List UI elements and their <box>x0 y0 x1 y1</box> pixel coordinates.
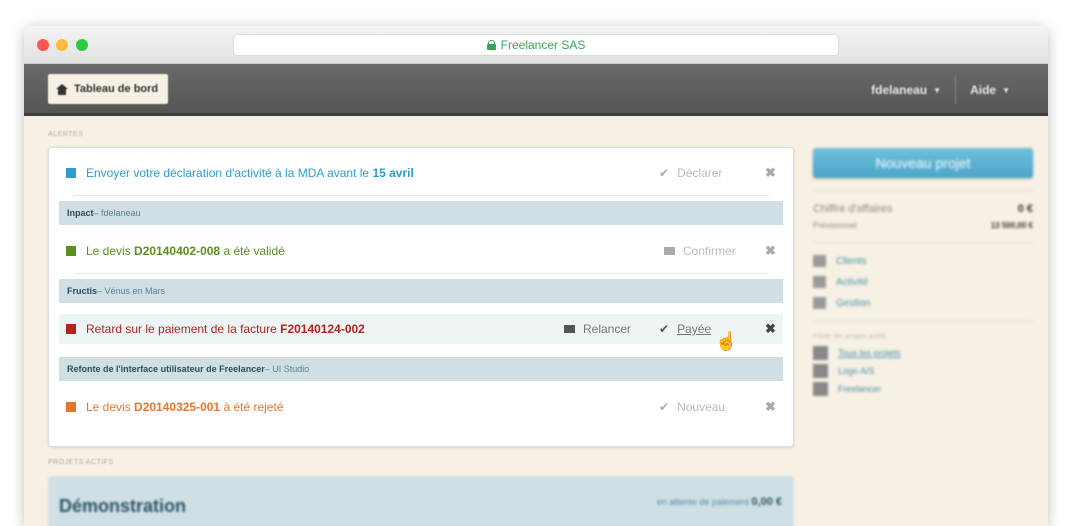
filter-icon <box>813 382 828 396</box>
alerts-panel: Envoyer votre déclaration d'activité à l… <box>48 147 794 447</box>
sidebar-item-label: Gestion <box>836 297 871 309</box>
mail-icon <box>564 325 575 333</box>
alert-marker <box>66 168 76 178</box>
sidebar-item-clients[interactable]: Clients <box>813 255 1033 267</box>
filter-label: Freelancer <box>838 384 882 394</box>
group-client: – UI Studio <box>264 364 310 374</box>
filter-logo-as[interactable]: Logo A/S <box>813 364 1033 378</box>
project-status: en attente de paiement 0,00 € <box>657 496 782 508</box>
home-icon <box>56 83 68 95</box>
confirm-label: Confirmer <box>683 244 736 258</box>
project-group-header: Refonte de l'interface utilisateur de Fr… <box>59 357 783 381</box>
revenue-value: 0 € <box>1017 203 1033 215</box>
declare-label: Déclarer <box>677 166 723 180</box>
nav-right: fdelaneau ▼ Aide ▼ <box>857 76 1024 104</box>
sidebar-item-label: Activité <box>836 276 869 288</box>
address-bar[interactable]: Freelancer SAS <box>233 34 839 56</box>
project-amount: 0,00 € <box>751 496 782 508</box>
new-project-button[interactable]: Nouveau projet <box>813 148 1033 178</box>
sidebar-item-activity[interactable]: Activité <box>813 276 1033 288</box>
users-icon <box>813 255 826 267</box>
help-label: Aide <box>970 83 997 97</box>
help-menu[interactable]: Aide ▼ <box>956 77 1024 103</box>
filter-all-projects[interactable]: Tous les projets <box>813 346 1033 360</box>
filter-label: Logo A/S <box>838 366 875 376</box>
group-title: Fructis <box>67 286 98 296</box>
close-icon[interactable]: ✖ <box>765 243 776 259</box>
filter-icon <box>813 346 828 360</box>
project-group-header: Fructis – Vénus en Mars <box>59 279 783 303</box>
user-name: fdelaneau <box>871 83 928 97</box>
alert-message: Le devis D20140325-001 à été rejeté <box>86 400 284 414</box>
calculator-icon <box>813 297 826 309</box>
declare-action[interactable]: ✔ Déclarer <box>659 166 722 180</box>
minimize-window-button[interactable] <box>56 39 68 51</box>
chevron-down-icon: ▼ <box>933 85 942 95</box>
chevron-down-icon: ▼ <box>1002 85 1010 95</box>
alert-message: Envoyer votre déclaration d'activité à l… <box>86 166 414 180</box>
top-navigation: Tableau de bord fdelaneau ▼ Aide ▼ <box>24 64 1048 116</box>
new-action[interactable]: ✔ Nouveau <box>659 400 725 414</box>
sidebar: Nouveau projet Chiffre d'affaires 0 € Pr… <box>813 148 1033 400</box>
filter-heading: Filtrer les projets actifs <box>813 334 887 340</box>
forecast-value: 13 500,00 € <box>990 221 1033 230</box>
check-icon: ✔ <box>659 166 670 180</box>
sidebar-item-management[interactable]: Gestion <box>813 297 1033 309</box>
project-card[interactable]: Démonstration en attente de paiement 0,0… <box>48 476 794 526</box>
close-icon[interactable]: ✖ <box>765 399 776 415</box>
forecast-label: Prévisionnel <box>813 221 857 230</box>
alerts-heading: Alertes <box>48 131 84 138</box>
close-icon[interactable]: ✖ <box>765 165 776 181</box>
alert-message: Le devis D20140402-008 a été validé <box>86 244 285 258</box>
new-label: Nouveau <box>677 400 726 414</box>
lock-icon <box>486 40 496 50</box>
remind-label: Relancer <box>583 322 632 336</box>
revenue-row: Chiffre d'affaires 0 € <box>813 203 1033 215</box>
alert-marker <box>66 402 76 412</box>
check-icon: ✔ <box>659 400 670 414</box>
close-window-button[interactable] <box>37 39 49 51</box>
dashboard-button[interactable]: Tableau de bord <box>48 74 169 104</box>
alert-marker <box>66 246 76 256</box>
filter-freelancer[interactable]: Freelancer <box>813 382 1033 396</box>
hand-cursor-icon: ☝ <box>715 331 738 351</box>
forecast-row: Prévisionnel 13 500,00 € <box>813 221 1033 230</box>
remind-action[interactable]: Relancer <box>564 322 631 336</box>
group-title: Refonte de l'interface utilisateur de Fr… <box>67 364 265 374</box>
alert-marker <box>66 324 76 334</box>
browser-window: Freelancer SAS Tableau de bord fdelaneau… <box>24 26 1048 526</box>
projects-heading: Projets actifs <box>48 459 114 466</box>
sidebar-item-label: Clients <box>836 255 867 267</box>
filter-icon <box>813 364 828 378</box>
alert-message: Retard sur le paiement de la facture F20… <box>86 322 365 336</box>
maximize-window-button[interactable] <box>76 39 88 51</box>
check-icon: ✔ <box>659 322 670 336</box>
group-title: Inpact <box>67 208 94 218</box>
group-client: – fdelaneau <box>93 208 141 218</box>
confirm-action[interactable]: Confirmer <box>664 244 736 258</box>
mail-icon <box>664 247 675 255</box>
dashboard-label: Tableau de bord <box>74 83 159 95</box>
paid-action[interactable]: ✔ Payée <box>659 322 711 336</box>
group-client: – Vénus en Mars <box>97 286 166 296</box>
revenue-label: Chiffre d'affaires <box>813 203 893 215</box>
bar-chart-icon <box>813 276 826 288</box>
project-group-header: Inpact – fdelaneau <box>59 201 783 225</box>
app-content: Tableau de bord fdelaneau ▼ Aide ▼ Alert… <box>24 64 1048 526</box>
project-title: Démonstration <box>59 496 187 516</box>
user-menu[interactable]: fdelaneau ▼ <box>857 77 955 103</box>
browser-chrome: Freelancer SAS <box>24 26 1048 64</box>
paid-label: Payée <box>677 322 712 336</box>
project-status-text: en attente de paiement <box>656 497 749 507</box>
address-text: Freelancer SAS <box>500 38 586 52</box>
filter-label: Tous les projets <box>838 348 901 358</box>
close-icon[interactable]: ✖ <box>765 321 776 337</box>
